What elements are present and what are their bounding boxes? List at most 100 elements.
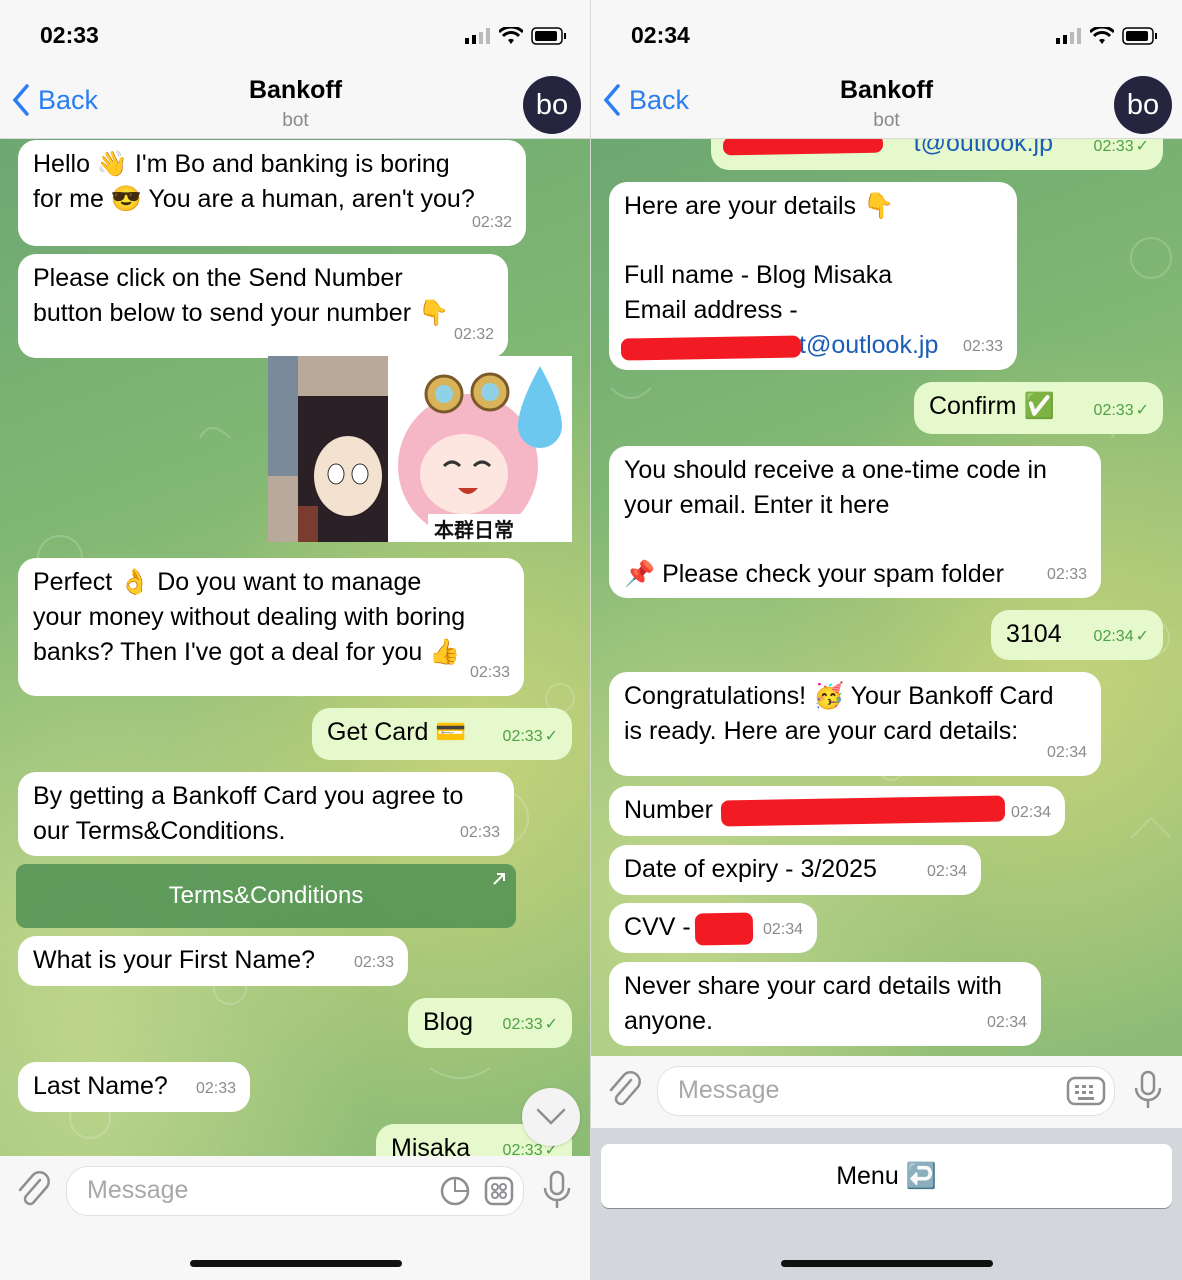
message-text: Perfect 👌 Do you want to manage (33, 568, 422, 596)
message-time: 02:34 (926, 863, 967, 880)
signal-icon (1056, 28, 1081, 44)
message-input[interactable]: Message (66, 1166, 524, 1216)
message-time: 02:34 ✓ (1094, 619, 1149, 654)
message-text: your money without dealing with boring (33, 603, 466, 631)
bot-avatar[interactable]: bo (523, 76, 581, 134)
message-text: You should receive a one-time code in (624, 456, 1047, 484)
chevron-down-icon (536, 1108, 566, 1125)
message-bubble[interactable]: Perfect 👌 Do you want to manage your mon… (18, 558, 524, 696)
message-bubble[interactable]: CVV - 02:34 (609, 903, 817, 953)
message-bubble[interactable]: Number 02:34 (609, 786, 1065, 836)
message-text: anyone. (624, 1007, 713, 1035)
message-time: 02:34 (986, 1014, 1027, 1031)
microphone-icon[interactable] (542, 1170, 572, 1210)
chat-title[interactable]: Bankoff (591, 76, 1182, 105)
microphone-icon[interactable] (1133, 1070, 1163, 1110)
message-time: 02:33 (962, 338, 1003, 355)
message-bubble-outgoing[interactable]: Get Card 💳 02:33 ✓ (312, 708, 572, 760)
redaction-mark (694, 912, 754, 946)
message-text: button below to send your number 👇 (33, 299, 450, 327)
status-icons (1056, 26, 1158, 46)
paperclip-icon[interactable] (16, 1170, 50, 1210)
paperclip-icon[interactable] (607, 1070, 641, 1110)
wifi-icon (499, 27, 523, 44)
message-bubble-outgoing[interactable]: Confirm ✅ 02:33 ✓ (914, 382, 1163, 434)
message-bubble-outgoing[interactable]: 3104 02:34 ✓ (991, 610, 1163, 660)
message-bubble[interactable]: Hello 👋 I'm Bo and banking is boring for… (18, 140, 526, 246)
message-text: Email address - (624, 296, 798, 324)
message-bubble[interactable]: By getting a Bankoff Card you agree to o… (18, 772, 514, 856)
external-link-icon (493, 873, 505, 885)
read-check-icon: ✓ (544, 728, 558, 745)
message-bubble[interactable]: Here are your details 👇 Full name - Blog… (609, 182, 1017, 370)
sticker-icon[interactable] (439, 1175, 471, 1207)
message-input[interactable]: Message (657, 1066, 1115, 1116)
redaction-mark (720, 795, 1006, 827)
status-icons (465, 26, 567, 46)
message-text: for me 😎 You are a human, aren't you? (33, 185, 475, 213)
grid-icon[interactable] (483, 1175, 515, 1207)
message-time: 02:33 (353, 954, 394, 971)
message-text: What is your First Name? (33, 946, 316, 974)
message-text: Here are your details 👇 (624, 192, 895, 220)
message-time: 02:33 (459, 824, 500, 841)
message-time: 02:33 ✓ (1094, 393, 1149, 428)
message-text: your email. Enter it here (624, 491, 890, 519)
message-text: is ready. Here are your card details: (624, 717, 1019, 745)
message-bubble[interactable]: You should receive a one-time code in yo… (609, 446, 1101, 598)
status-bar: 02:34 (591, 0, 1182, 70)
message-input-bar: Message (591, 1056, 1182, 1128)
message-placeholder: Message (87, 1176, 189, 1204)
read-check-icon: ✓ (1135, 402, 1149, 419)
redaction-mark (620, 335, 802, 361)
message-time: 02:33 (469, 664, 510, 681)
home-indicator[interactable] (781, 1260, 993, 1267)
message-bubble[interactable]: Please click on the Send Number button b… (18, 254, 508, 358)
message-bubble[interactable]: Never share your card details with anyon… (609, 962, 1041, 1046)
message-text: Please click on the Send Number (33, 264, 403, 292)
chat-header-cover: Back Bankoff bot bo (591, 70, 1182, 139)
message-text: By getting a Bankoff Card you agree to (33, 782, 464, 810)
message-time: 02:33 ✓ (503, 719, 558, 754)
message-time: 02:33 (1046, 566, 1087, 583)
chat-title[interactable]: Bankoff (0, 76, 590, 105)
anime-sticker-graphic (268, 356, 572, 542)
message-text: 📌 Please check your spam folder (624, 560, 1004, 588)
message-time: 02:33 ✓ (503, 1007, 558, 1042)
keyboard-icon[interactable] (1066, 1076, 1106, 1106)
left-phone-screen: 02:33 Back Bankoff bot bo Hello 👋 I'm Bo… (0, 0, 591, 1280)
message-bubble[interactable]: Congratulations! 🥳 Your Bankoff Card is … (609, 672, 1101, 776)
message-bubble-outgoing[interactable]: Blog 02:33 ✓ (408, 998, 572, 1048)
right-phone-screen: 02:34 Back Bankoff bot bo t@outlook.jp 0… (591, 0, 1182, 1280)
home-indicator[interactable] (190, 1260, 402, 1267)
message-text: Never share your card details with (624, 972, 1002, 1000)
message-text: Date of expiry - 3/2025 (624, 855, 877, 883)
read-check-icon: ✓ (544, 1016, 558, 1033)
message-text: Congratulations! 🥳 Your Bankoff Card (624, 682, 1054, 710)
status-time: 02:33 (40, 22, 99, 48)
message-bubble[interactable]: Date of expiry - 3/2025 02:34 (609, 845, 981, 895)
sticker-caption: 本群日常 (434, 518, 514, 542)
terms-conditions-label: Terms&Conditions (168, 882, 364, 909)
scroll-down-button[interactable] (522, 1088, 580, 1146)
read-check-icon: ✓ (1135, 628, 1149, 645)
message-text: our Terms&Conditions. (33, 817, 286, 845)
terms-conditions-button[interactable]: Terms&Conditions (16, 864, 516, 928)
chat-subtitle: bot (873, 110, 900, 131)
battery-icon (531, 27, 566, 45)
message-bubble[interactable]: Last Name? 02:33 (18, 1062, 250, 1112)
bot-avatar[interactable]: bo (1114, 76, 1172, 134)
message-time: 02:34 (1046, 744, 1087, 761)
battery-icon (1122, 27, 1157, 45)
menu-button[interactable]: Menu ↩️ (601, 1144, 1172, 1208)
message-text: Full name - Blog Misaka (624, 261, 893, 289)
chat-header: Back Bankoff bot bo (0, 70, 590, 139)
message-time: 02:34 (762, 921, 803, 938)
message-text: Hello 👋 I'm Bo and banking is boring (33, 150, 450, 178)
chat-subtitle: bot (282, 110, 309, 131)
signal-icon (465, 28, 490, 44)
message-time: 02:33 (195, 1080, 236, 1097)
sticker-image[interactable]: 本群日常 (268, 356, 572, 542)
message-bubble[interactable]: What is your First Name? 02:33 (18, 936, 408, 986)
wifi-icon (1090, 27, 1114, 44)
